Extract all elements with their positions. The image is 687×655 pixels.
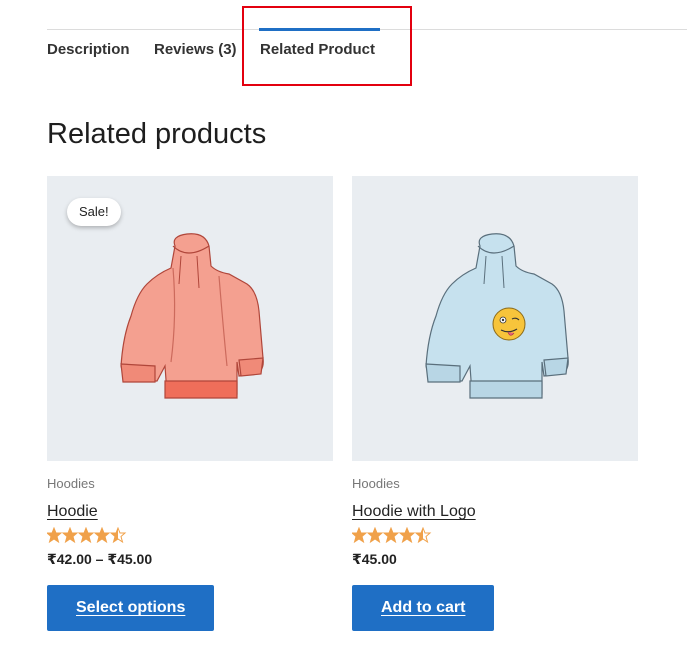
emoji-logo-icon: [492, 307, 526, 341]
star-rating-icons: [45, 526, 127, 544]
select-options-button[interactable]: Select options: [47, 585, 215, 631]
hoodie-with-logo-image: [425, 233, 569, 399]
rating-stars: [350, 526, 638, 545]
highlight-annotation-box: [242, 6, 412, 86]
add-to-cart-button[interactable]: Add to cart: [352, 585, 495, 631]
star-rating-icons: [350, 526, 432, 544]
rating-stars: [45, 526, 333, 545]
product-price: ₹45.00: [352, 551, 397, 567]
product-category[interactable]: Hoodies: [352, 476, 638, 491]
tab-reviews[interactable]: Reviews (3): [154, 41, 237, 58]
sale-badge: Sale!: [67, 198, 121, 226]
tab-description[interactable]: Description: [47, 41, 130, 58]
product-name-link[interactable]: Hoodie: [47, 503, 98, 521]
product-card: Sale! Hoodies Hoodie ₹42.00 – ₹45.00 Sel…: [45, 176, 333, 631]
product-name-link[interactable]: Hoodie with Logo: [352, 503, 476, 521]
product-image[interactable]: Sale!: [47, 176, 333, 461]
product-card: Hoodies Hoodie with Logo ₹45.00 Add to c…: [350, 176, 638, 631]
section-title: Related products: [47, 118, 267, 150]
product-price: ₹42.00 – ₹45.00: [47, 551, 153, 567]
product-image[interactable]: [352, 176, 638, 461]
product-category[interactable]: Hoodies: [47, 476, 333, 491]
